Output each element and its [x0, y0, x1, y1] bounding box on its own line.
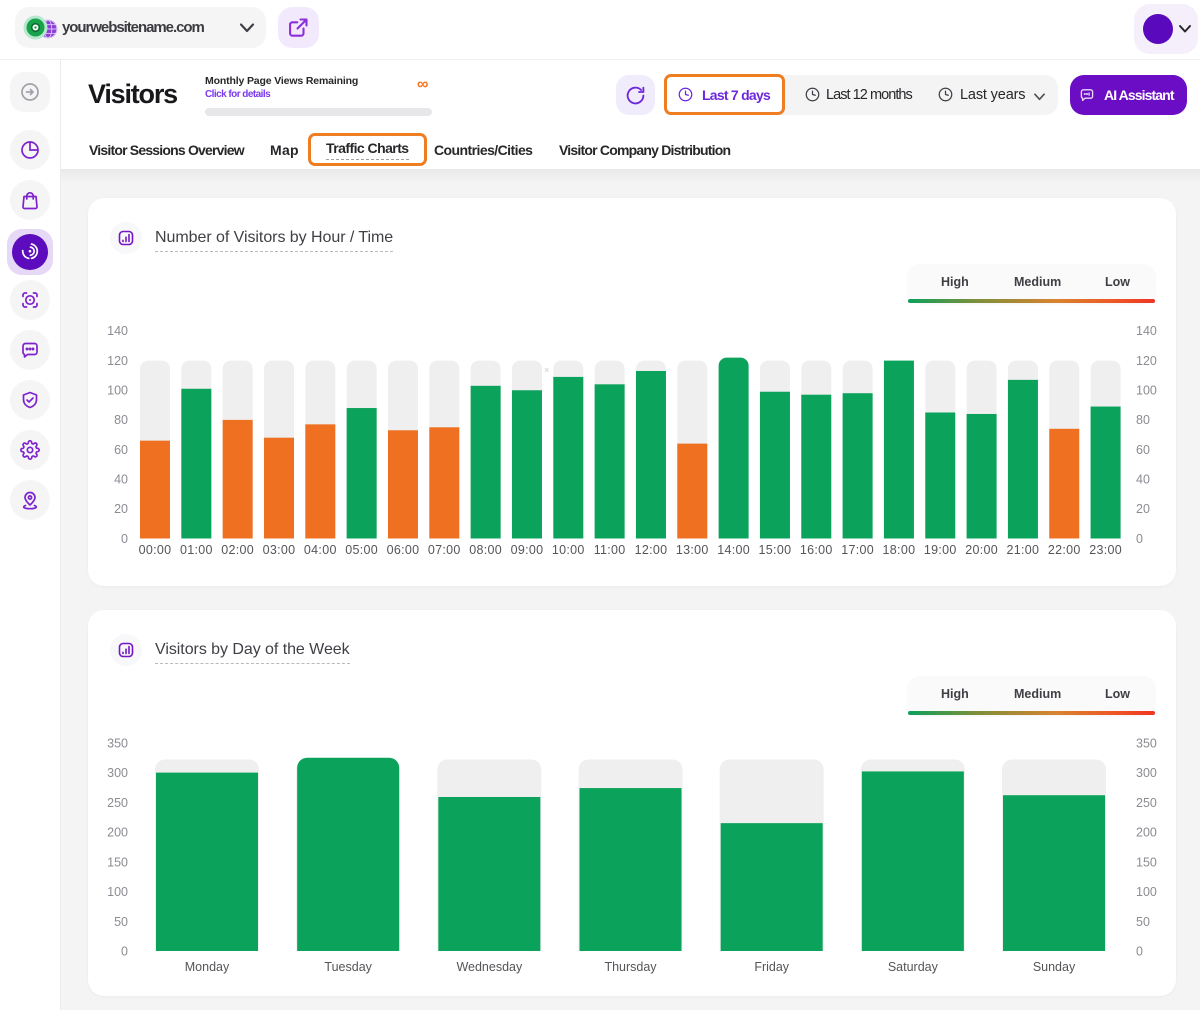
svg-text:Wednesday: Wednesday	[456, 960, 523, 974]
svg-text:200: 200	[1136, 826, 1157, 840]
svg-text:13:00: 13:00	[676, 543, 709, 557]
svg-text:23:00: 23:00	[1089, 543, 1122, 557]
svg-text:11:00: 11:00	[594, 543, 626, 557]
svg-text:140: 140	[1136, 324, 1157, 338]
svg-text:200: 200	[107, 826, 128, 840]
svg-text:08:00: 08:00	[469, 543, 502, 557]
svg-text:21:00: 21:00	[1007, 543, 1040, 557]
svg-text:140: 140	[107, 324, 128, 338]
svg-text:01:00: 01:00	[180, 543, 213, 557]
svg-text:350: 350	[1136, 737, 1157, 751]
svg-text:0: 0	[121, 532, 128, 546]
svg-text:60: 60	[114, 443, 128, 457]
svg-text:02:00: 02:00	[221, 543, 254, 557]
svg-text:60: 60	[1136, 443, 1150, 457]
svg-text:Friday: Friday	[754, 960, 789, 974]
svg-text:80: 80	[114, 413, 128, 427]
svg-text:09:00: 09:00	[511, 543, 544, 557]
svg-text:80: 80	[1136, 413, 1150, 427]
svg-text:Saturday: Saturday	[888, 960, 939, 974]
svg-text:0: 0	[121, 945, 128, 959]
svg-text:20: 20	[114, 502, 128, 516]
svg-text:07:00: 07:00	[428, 543, 461, 557]
svg-text:Tuesday: Tuesday	[324, 960, 372, 974]
svg-text:Thursday: Thursday	[604, 960, 657, 974]
svg-text:50: 50	[114, 915, 128, 929]
svg-text:100: 100	[107, 384, 128, 398]
svg-text:04:00: 04:00	[304, 543, 337, 557]
svg-text:350: 350	[107, 737, 128, 751]
svg-text:12:00: 12:00	[635, 543, 668, 557]
svg-text:150: 150	[107, 855, 128, 869]
svg-text:100: 100	[107, 885, 128, 899]
svg-text:06:00: 06:00	[387, 543, 420, 557]
svg-text:Monday: Monday	[185, 960, 230, 974]
svg-text:14:00: 14:00	[717, 543, 750, 557]
svg-text:50: 50	[1136, 915, 1150, 929]
svg-text:0: 0	[1136, 532, 1143, 546]
svg-text:250: 250	[1136, 796, 1157, 810]
svg-text:100: 100	[1136, 885, 1157, 899]
svg-text:18:00: 18:00	[883, 543, 916, 557]
svg-text:16:00: 16:00	[800, 543, 833, 557]
svg-text:0: 0	[1136, 945, 1143, 959]
svg-text:300: 300	[1136, 766, 1157, 780]
svg-text:00:00: 00:00	[139, 543, 172, 557]
svg-text:20: 20	[1136, 502, 1150, 516]
svg-text:×: ×	[544, 365, 549, 375]
svg-text:15:00: 15:00	[759, 543, 792, 557]
svg-text:22:00: 22:00	[1048, 543, 1081, 557]
svg-text:20:00: 20:00	[965, 543, 998, 557]
svg-text:10:00: 10:00	[552, 543, 585, 557]
svg-text:100: 100	[1136, 384, 1157, 398]
svg-text:150: 150	[1136, 855, 1157, 869]
svg-text:40: 40	[114, 472, 128, 486]
svg-text:19:00: 19:00	[924, 543, 957, 557]
svg-text:05:00: 05:00	[345, 543, 378, 557]
svg-text:120: 120	[1136, 354, 1157, 368]
svg-text:Sunday: Sunday	[1033, 960, 1076, 974]
svg-text:40: 40	[1136, 472, 1150, 486]
svg-text:03:00: 03:00	[263, 543, 296, 557]
svg-text:300: 300	[107, 766, 128, 780]
svg-text:120: 120	[107, 354, 128, 368]
svg-text:250: 250	[107, 796, 128, 810]
svg-text:17:00: 17:00	[841, 543, 874, 557]
